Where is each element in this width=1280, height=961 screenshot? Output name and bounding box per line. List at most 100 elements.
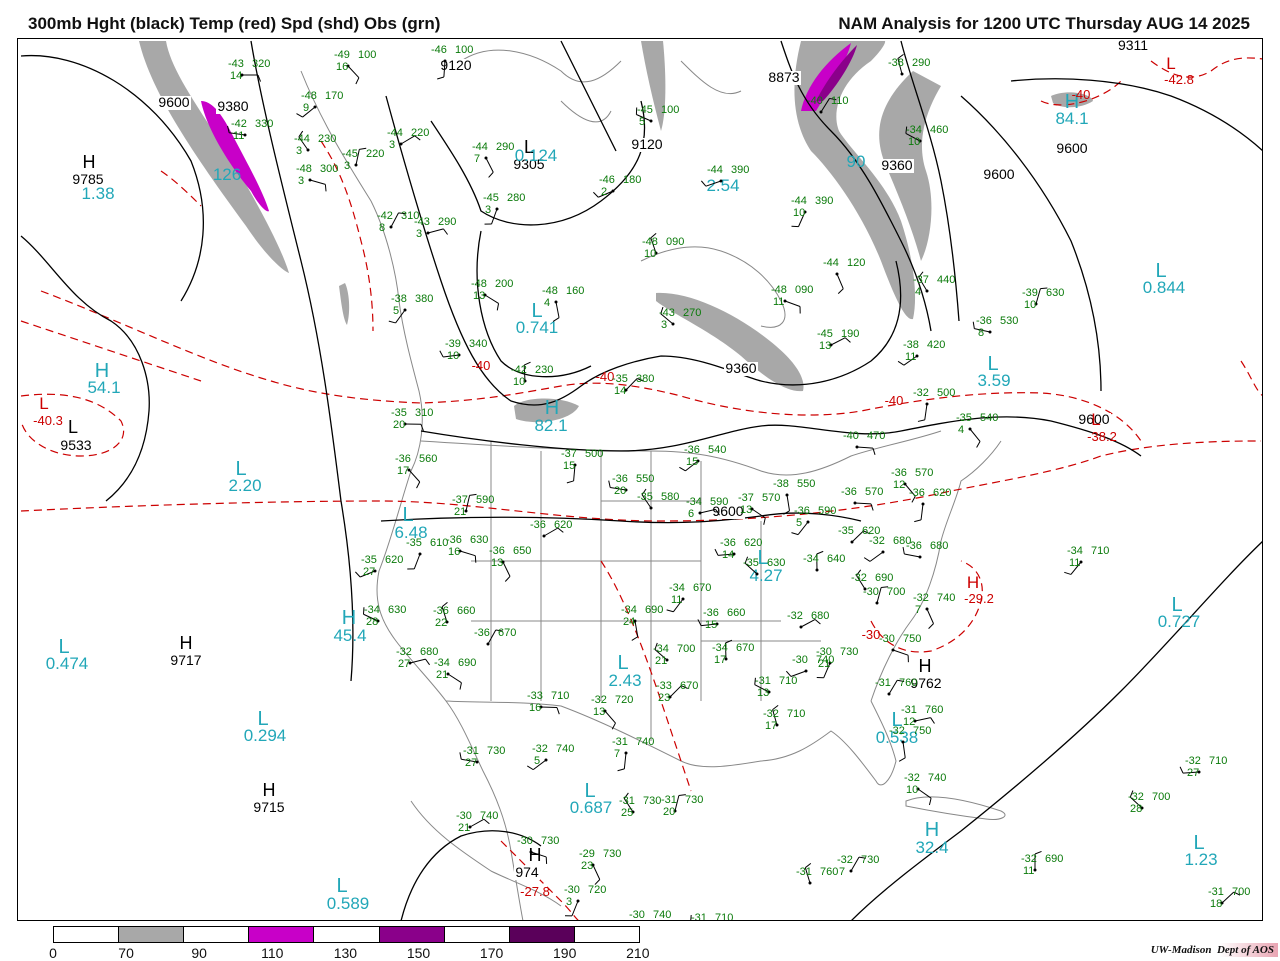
height-contour-9360 xyxy=(561,41,616,151)
wind-barb-flag xyxy=(667,610,674,612)
colorbar-bin xyxy=(314,927,379,942)
obs-height: 730 xyxy=(861,854,879,866)
obs-height: 120 xyxy=(847,257,865,269)
obs-temperature: -31 xyxy=(901,704,917,716)
obs-height: 670 xyxy=(680,680,698,692)
height-center-marker: H xyxy=(83,152,96,172)
obs-temperature: -34 xyxy=(803,553,819,565)
obs-height: 380 xyxy=(636,373,654,385)
wind-barb-flag xyxy=(914,520,921,522)
wind-barb-flag xyxy=(679,467,685,471)
wind-barb-flag xyxy=(929,624,934,629)
obs-temperature: -31 xyxy=(796,866,812,878)
station-dot xyxy=(805,670,808,673)
wind-barb xyxy=(348,66,359,78)
station-dot xyxy=(786,494,789,497)
obs-height: 660 xyxy=(727,607,745,619)
station-plot: -442907 xyxy=(472,141,514,177)
station-dot xyxy=(836,273,839,276)
obs-temperature: -38 xyxy=(391,293,407,305)
obs-temperature: -30 xyxy=(629,909,645,921)
station-plot: -3531020 xyxy=(391,407,433,431)
obs-temperature: -45 xyxy=(483,192,499,204)
wind-barb xyxy=(927,609,934,624)
obs-height: 220 xyxy=(366,148,384,160)
station-dot xyxy=(856,446,859,449)
station-plot: -3274010 xyxy=(904,772,946,805)
obs-height: 440 xyxy=(937,274,955,286)
station-dot xyxy=(876,602,879,605)
speed-center-marker: H xyxy=(545,397,559,419)
station-plot: -327307 xyxy=(837,854,879,878)
obs-dewpoint-depression: 23 xyxy=(581,860,593,872)
obs-dewpoint-depression: 4 xyxy=(915,286,921,298)
wind-barb-flag xyxy=(437,77,444,79)
obs-height: 390 xyxy=(731,164,749,176)
obs-temperature: -36 xyxy=(891,467,907,479)
obs-dewpoint-depression: 4 xyxy=(958,424,964,436)
obs-height: 690 xyxy=(875,572,893,584)
obs-height: 630 xyxy=(767,557,785,569)
obs-height: 540 xyxy=(980,412,998,424)
obs-temperature: -45 xyxy=(342,148,358,160)
wind-barb-flag xyxy=(475,556,476,563)
obs-height: 750 xyxy=(913,725,931,737)
station-plot: -461802 xyxy=(593,174,641,198)
obs-temperature: -36 xyxy=(906,540,922,552)
colorbar-bin xyxy=(54,927,119,942)
speed-center-marker: L xyxy=(531,300,542,322)
obs-dewpoint-depression: 10 xyxy=(644,248,656,260)
station-dot xyxy=(530,851,533,854)
obs-dewpoint-depression: 3 xyxy=(661,319,667,331)
obs-dewpoint-depression: 11 xyxy=(671,594,682,606)
obs-height: 390 xyxy=(815,195,833,207)
obs-temperature: -46 xyxy=(599,174,615,186)
colorbar-tick-label: 70 xyxy=(118,945,134,961)
height-label: 8873 xyxy=(768,69,799,85)
obs-height: 090 xyxy=(666,236,684,248)
obs-height: 100 xyxy=(358,49,376,61)
temperature-label: -42.8 xyxy=(1164,72,1194,87)
station-plot: -36570 xyxy=(841,486,883,510)
obs-dewpoint-depression: 27 xyxy=(1187,767,1199,779)
colorbar-tick-label: 0 xyxy=(49,945,57,961)
height-contour-9600 xyxy=(381,513,861,523)
wind-barb-flag xyxy=(609,481,610,488)
wind-barb xyxy=(857,447,873,448)
station-dot xyxy=(850,870,853,873)
station-dot xyxy=(672,323,675,326)
obs-dewpoint-depression: 7 xyxy=(839,866,845,878)
wind-barb-flag xyxy=(871,504,873,511)
station-plot: -3471011 xyxy=(1064,545,1109,574)
obs-temperature: -45 xyxy=(817,328,833,340)
obs-temperature: -37 xyxy=(561,448,577,460)
obs-temperature: -29 xyxy=(579,848,595,860)
obs-dewpoint-depression: 27 xyxy=(465,757,477,769)
obs-dewpoint-depression: 17 xyxy=(397,465,409,477)
station-plot: -3469024 xyxy=(621,604,663,640)
obs-temperature: -32 xyxy=(851,572,867,584)
temperature-label: -27.8 xyxy=(520,884,550,899)
obs-height: 710 xyxy=(715,912,733,921)
obs-height: 700 xyxy=(1232,886,1250,898)
station-plot: -3666015 xyxy=(698,607,745,631)
speed-label: 2.54 xyxy=(706,176,739,195)
obs-temperature: -35 xyxy=(612,373,628,385)
obs-temperature: -31 xyxy=(612,736,628,748)
wind-barb xyxy=(904,554,920,557)
wind-barb xyxy=(572,901,578,916)
speed-center-marker: L xyxy=(617,652,628,674)
obs-height: 680 xyxy=(930,540,948,552)
wind-barb xyxy=(428,229,443,233)
obs-dewpoint-depression: 3 xyxy=(416,228,422,240)
map-canvas: 9600978595339717971591209305912088739311… xyxy=(18,39,1263,921)
wind-barb xyxy=(310,180,325,184)
obs-dewpoint-depression: 3 xyxy=(485,204,491,216)
obs-temperature: -38 xyxy=(773,478,789,490)
station-plot: -3757013 xyxy=(738,492,780,525)
obs-dewpoint-depression: 20 xyxy=(614,485,626,497)
obs-dewpoint-depression: 3 xyxy=(566,896,572,908)
wind-barb-flag xyxy=(460,683,461,690)
station-plot: -32500 xyxy=(913,387,955,421)
obs-dewpoint-depression: 28 xyxy=(1130,803,1142,815)
